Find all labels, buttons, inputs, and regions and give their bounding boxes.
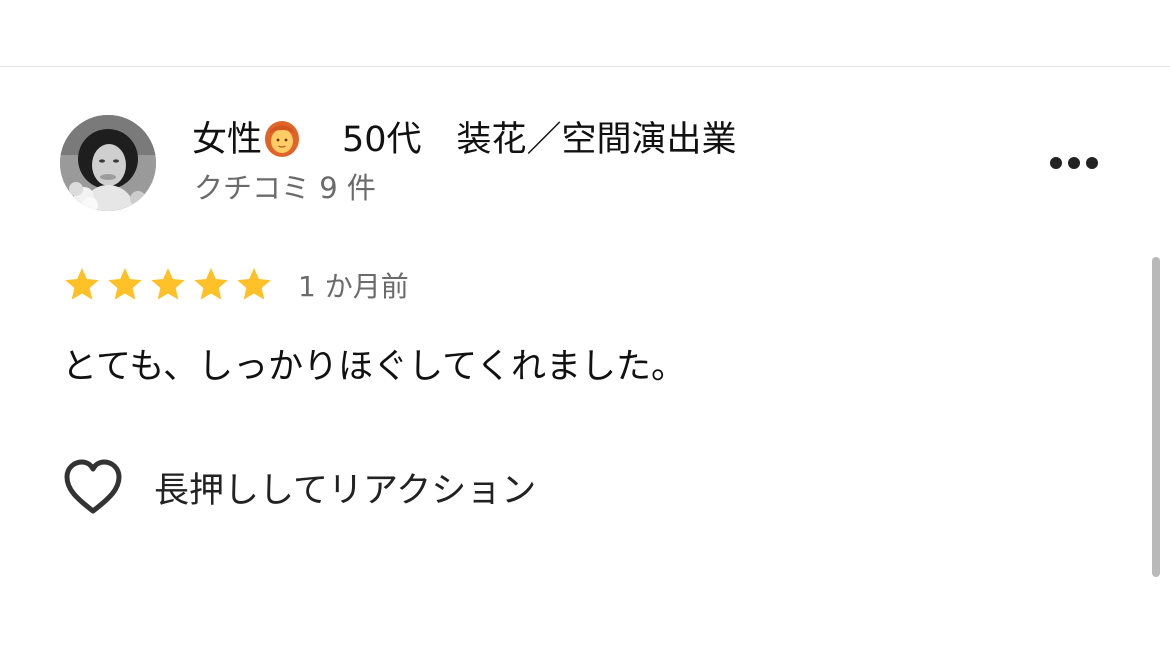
more-horizontal-icon-dot	[1086, 157, 1098, 169]
woman-red-hair-emoji-icon	[265, 121, 300, 157]
review-card: 女性 50代 装花／空間演出業 クチコミ 9 件 1 か月前 とても、しっかりほ…	[0, 67, 1170, 650]
rating-row: 1 か月前	[62, 265, 409, 305]
reviewer-name[interactable]: 女性 50代 装花／空間演出業	[192, 117, 737, 162]
more-horizontal-icon-dot	[1050, 157, 1062, 169]
star-rating	[62, 265, 274, 305]
avatar-photo-image	[60, 115, 156, 211]
scrollbar[interactable]	[1152, 257, 1160, 577]
star-icon	[237, 268, 271, 300]
reaction-label: 長押ししてリアクション	[154, 470, 537, 511]
more-horizontal-icon-dot	[1068, 157, 1080, 169]
more-options-button[interactable]	[1042, 145, 1106, 181]
reaction-button[interactable]: 長押ししてリアクション	[62, 455, 536, 519]
star-icon	[194, 268, 228, 300]
review-timestamp: 1 か月前	[298, 270, 409, 303]
reviewer-review-count[interactable]: クチコミ 9 件	[194, 169, 376, 207]
reviewer-gender: 女性	[192, 120, 263, 160]
star-icon	[151, 268, 185, 300]
star-icon	[108, 268, 142, 300]
reviewer-details: 50代 装花／空間演出業	[342, 120, 737, 160]
heart-outline-icon	[64, 459, 122, 514]
reviewer-avatar[interactable]	[60, 115, 156, 211]
review-text: とても、しっかりほぐしてくれました。	[62, 347, 687, 387]
star-icon	[65, 268, 99, 300]
